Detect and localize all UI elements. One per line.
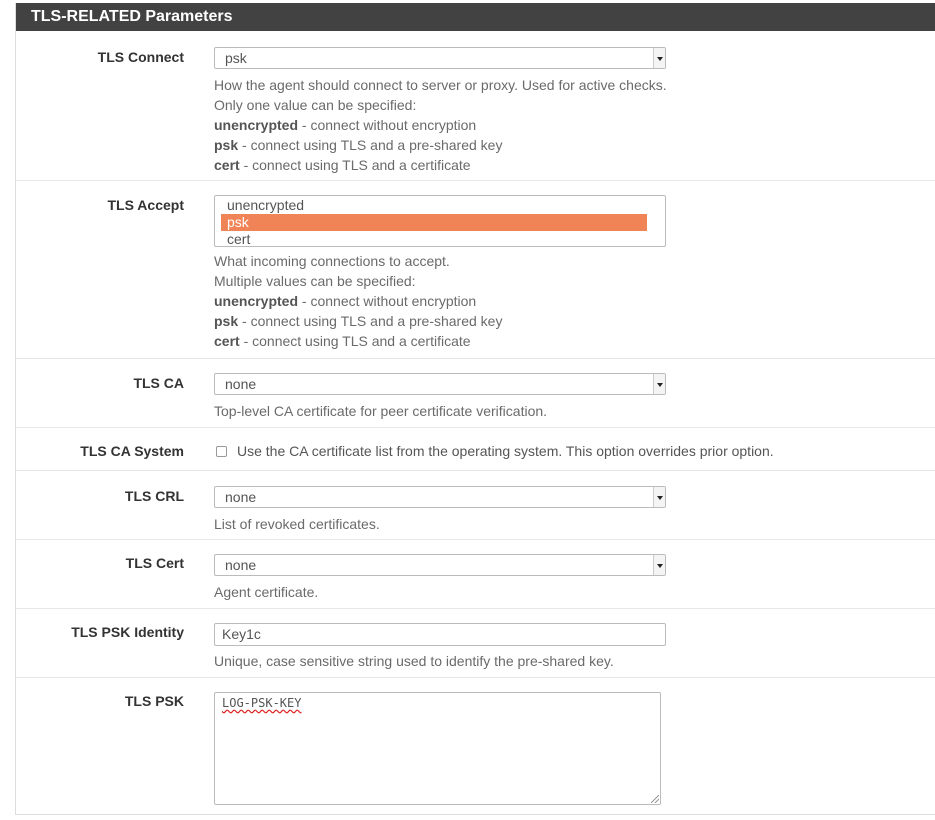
chevron-down-icon[interactable]	[653, 555, 665, 575]
help-option-unencrypted: unencrypted - connect without encryption	[214, 117, 477, 133]
help-line: What incoming connections to accept.	[214, 253, 450, 269]
tls-crl-help: List of revoked certificates.	[214, 516, 380, 532]
tls-accept-option-unencrypted[interactable]: unencrypted	[221, 197, 647, 214]
chevron-down-icon[interactable]	[653, 48, 665, 68]
tls-ca-value: none	[225, 376, 257, 392]
tls-ca-system-checkbox[interactable]	[216, 445, 227, 457]
tls-psk-textarea[interactable]: LOG-PSK-KEY	[214, 692, 661, 805]
tls-psk-identity-label: TLS PSK Identity	[71, 624, 184, 640]
resize-handle-icon[interactable]	[651, 795, 659, 803]
chevron-down-icon[interactable]	[653, 487, 665, 507]
help-option-psk: psk - connect using TLS and a pre-shared…	[214, 313, 503, 329]
tls-connect-label: TLS Connect	[97, 49, 184, 65]
tls-accept-help: What incoming connections to accept. Mul…	[214, 251, 666, 351]
tls-psk-value: LOG-PSK-KEY	[222, 696, 302, 710]
tls-ca-label: TLS CA	[133, 375, 184, 391]
tls-ca-system-option[interactable]: Use the CA certificate list from the ope…	[214, 443, 774, 459]
row-tls-accept: TLS Accept unencrypted psk cert What inc…	[16, 181, 935, 359]
tls-ca-system-text: Use the CA certificate list from the ope…	[237, 443, 774, 459]
tls-accept-option-cert[interactable]: cert	[221, 231, 647, 248]
tls-accept-option-psk[interactable]: psk	[221, 214, 647, 231]
row-tls-psk: TLS PSK LOG-PSK-KEY	[16, 678, 935, 815]
tls-connect-help: How the agent should connect to server o…	[214, 75, 667, 175]
help-option-cert: cert - connect using TLS and a certifica…	[214, 333, 471, 349]
tls-cert-help: Agent certificate.	[214, 584, 319, 600]
tls-ca-select[interactable]: none	[214, 373, 666, 395]
tls-connect-value: psk	[225, 50, 247, 66]
help-option-psk: psk - connect using TLS and a pre-shared…	[214, 137, 503, 153]
row-tls-ca-system: TLS CA System Use the CA certificate lis…	[16, 428, 935, 471]
tls-cert-select[interactable]: none	[214, 554, 666, 576]
row-tls-crl: TLS CRL none List of revoked certificate…	[16, 471, 935, 540]
tls-crl-value: none	[225, 489, 257, 505]
tls-cert-label: TLS Cert	[125, 555, 184, 571]
tls-cert-value: none	[225, 557, 257, 573]
help-line: Multiple values can be specified:	[214, 273, 416, 289]
panel-title: TLS-RELATED Parameters	[16, 3, 935, 31]
tls-parameters-panel: TLS-RELATED Parameters TLS Connect psk H…	[15, 3, 935, 815]
tls-accept-label: TLS Accept	[107, 197, 185, 213]
tls-psk-label: TLS PSK	[124, 693, 184, 709]
tls-crl-label: TLS CRL	[124, 488, 184, 504]
chevron-down-icon[interactable]	[653, 374, 665, 394]
tls-crl-select[interactable]: none	[214, 486, 666, 508]
tls-psk-identity-help: Unique, case sensitive string used to id…	[214, 653, 614, 669]
tls-ca-system-label: TLS CA System	[80, 443, 184, 459]
help-option-unencrypted: unencrypted - connect without encryption	[214, 293, 477, 309]
help-line: Only one value can be specified:	[214, 97, 417, 113]
row-tls-cert: TLS Cert none Agent certificate.	[16, 540, 935, 609]
help-line: How the agent should connect to server o…	[214, 77, 667, 93]
tls-psk-identity-input[interactable]: Key1c	[214, 623, 666, 646]
tls-accept-listbox[interactable]: unencrypted psk cert	[214, 195, 666, 247]
tls-connect-select[interactable]: psk	[214, 47, 666, 69]
row-tls-ca: TLS CA none Top-level CA certificate for…	[16, 359, 935, 428]
help-option-cert: cert - connect using TLS and a certifica…	[214, 157, 471, 173]
tls-ca-help: Top-level CA certificate for peer certif…	[214, 403, 548, 419]
row-tls-connect: TLS Connect psk How the agent should con…	[16, 31, 935, 181]
row-tls-psk-identity: TLS PSK Identity Key1c Unique, case sens…	[16, 609, 935, 678]
